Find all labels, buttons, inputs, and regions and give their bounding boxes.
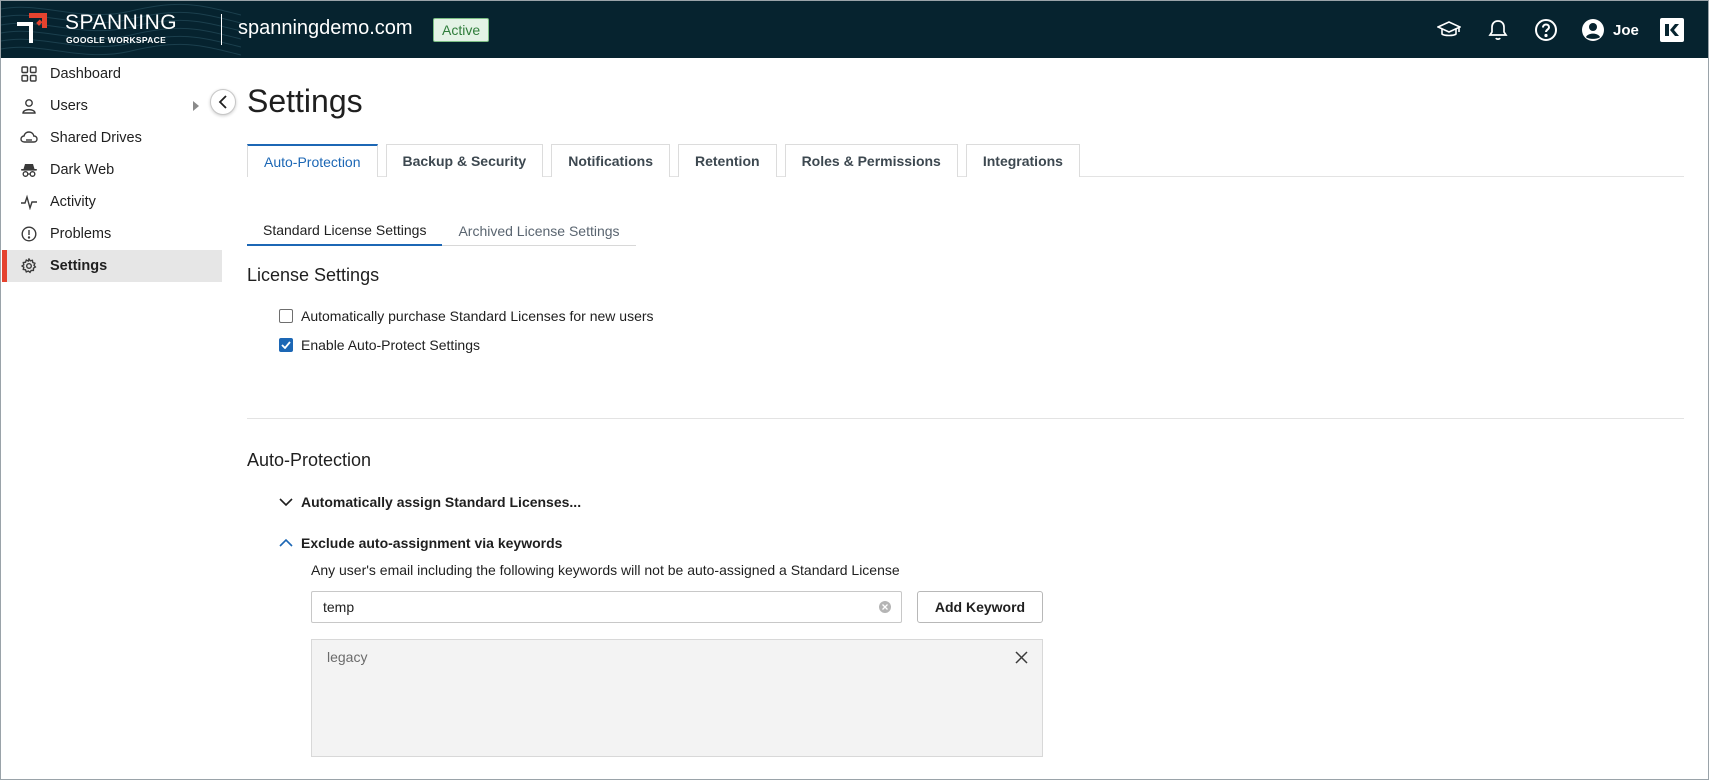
sidebar-item-label: Activity bbox=[50, 194, 96, 210]
brand-name: SPANNING bbox=[65, 11, 178, 34]
chevron-down-icon bbox=[279, 498, 293, 507]
sidebar-item-label: Dark Web bbox=[50, 162, 115, 178]
top-bar: SPANNING GOOGLE WORKSPACE spanningdemo.c… bbox=[1, 1, 1708, 58]
tab-roles-permissions[interactable]: Roles & Permissions bbox=[784, 144, 958, 177]
chevron-left-icon bbox=[218, 95, 227, 109]
auto-purchase-label: Automatically purchase Standard Licenses… bbox=[301, 308, 654, 324]
chevron-up-icon bbox=[279, 538, 293, 547]
exclude-keywords-label: Exclude auto-assignment via keywords bbox=[301, 535, 563, 551]
domain-name: spanningdemo.com bbox=[238, 17, 413, 39]
auto-protection-heading: Auto-Protection bbox=[247, 450, 372, 470]
main-content: Settings Auto-Protection Backup & Securi… bbox=[222, 58, 1708, 779]
dashboard-grid-icon bbox=[20, 65, 38, 83]
bell-icon[interactable] bbox=[1485, 17, 1511, 43]
assign-licenses-toggle[interactable]: Automatically assign Standard Licenses..… bbox=[279, 494, 581, 510]
sidebar-item-problems[interactable]: Problems bbox=[2, 218, 222, 250]
header-divider bbox=[221, 14, 222, 45]
tab-auto-protection[interactable]: Auto-Protection bbox=[247, 144, 378, 177]
exclude-keywords-toggle[interactable]: Exclude auto-assignment via keywords bbox=[279, 535, 562, 551]
cloud-drive-icon bbox=[20, 129, 38, 147]
assign-licenses-label: Automatically assign Standard Licenses..… bbox=[301, 494, 582, 510]
license-subtabs: Standard License Settings Archived Licen… bbox=[247, 215, 636, 246]
tab-backup-security[interactable]: Backup & Security bbox=[385, 144, 544, 177]
activity-pulse-icon bbox=[20, 193, 38, 211]
sidebar-item-settings[interactable]: Settings bbox=[2, 250, 222, 282]
user-menu[interactable]: Joe bbox=[1581, 17, 1639, 43]
brand: SPANNING GOOGLE WORKSPACE bbox=[65, 12, 177, 45]
user-circle-icon bbox=[1582, 19, 1604, 41]
brand-subtitle: GOOGLE WORKSPACE bbox=[66, 35, 167, 45]
tab-retention[interactable]: Retention bbox=[678, 144, 777, 177]
app-window: SPANNING GOOGLE WORKSPACE spanningdemo.c… bbox=[0, 0, 1709, 780]
keyword-text: legacy bbox=[327, 649, 368, 665]
user-icon bbox=[20, 97, 38, 115]
sidebar-item-label: Dashboard bbox=[50, 66, 121, 82]
sidebar-item-label: Settings bbox=[50, 258, 108, 274]
graduation-cap-icon[interactable] bbox=[1436, 17, 1462, 43]
sidebar-item-label: Shared Drives bbox=[50, 130, 142, 146]
sidebar-item-dashboard[interactable]: Dashboard bbox=[2, 58, 222, 90]
enable-auto-protect-label: Enable Auto-Protect Settings bbox=[301, 337, 480, 353]
enable-auto-protect-option[interactable]: Enable Auto-Protect Settings bbox=[279, 337, 480, 353]
keyword-list: legacy bbox=[311, 639, 1043, 757]
tab-integrations[interactable]: Integrations bbox=[965, 144, 1080, 177]
expand-caret-icon[interactable] bbox=[193, 101, 199, 111]
collapse-sidebar-button[interactable] bbox=[210, 89, 236, 115]
license-settings-heading: License Settings bbox=[247, 265, 380, 285]
auto-purchase-option[interactable]: Automatically purchase Standard Licenses… bbox=[279, 308, 654, 324]
help-icon[interactable] bbox=[1533, 17, 1559, 43]
remove-keyword-icon[interactable] bbox=[1014, 650, 1028, 664]
sidebar-item-activity[interactable]: Activity bbox=[2, 186, 222, 218]
user-name: Joe bbox=[1613, 21, 1639, 39]
enable-auto-protect-checkbox[interactable] bbox=[279, 338, 293, 352]
kaseya-logo[interactable] bbox=[1660, 18, 1684, 42]
sidebar-item-users[interactable]: Users bbox=[2, 90, 222, 122]
checkmark-icon bbox=[281, 341, 291, 349]
spy-icon bbox=[20, 161, 38, 179]
sidebar-item-label: Users bbox=[50, 98, 88, 114]
page-title: Settings bbox=[247, 83, 363, 119]
add-keyword-button[interactable]: Add Keyword bbox=[917, 591, 1043, 623]
section-divider bbox=[247, 418, 1684, 419]
clear-input-icon[interactable] bbox=[879, 601, 891, 613]
sidebar-item-dark-web[interactable]: Dark Web bbox=[2, 154, 222, 186]
status-badge: Active bbox=[433, 18, 490, 42]
sidebar-item-label: Problems bbox=[50, 226, 112, 242]
exclude-keywords-description: Any user's email including the following… bbox=[311, 562, 900, 578]
keyword-input[interactable] bbox=[312, 592, 901, 622]
sidebar-item-shared-drives[interactable]: Shared Drives bbox=[2, 122, 222, 154]
spanning-logo-icon bbox=[17, 13, 47, 43]
gear-icon bbox=[20, 257, 38, 275]
settings-tabs: Auto-Protection Backup & Security Notifi… bbox=[247, 144, 1684, 177]
alert-circle-icon bbox=[20, 225, 38, 243]
sidebar: Dashboard Users Shared Drives Dark Web A… bbox=[2, 58, 222, 779]
auto-purchase-checkbox[interactable] bbox=[279, 309, 293, 323]
keyword-input-wrapper bbox=[311, 591, 902, 623]
subtab-archived-license-settings[interactable]: Archived License Settings bbox=[442, 215, 635, 246]
list-item: legacy bbox=[312, 640, 1042, 674]
tab-notifications[interactable]: Notifications bbox=[551, 144, 670, 177]
subtab-standard-license-settings[interactable]: Standard License Settings bbox=[247, 215, 443, 246]
